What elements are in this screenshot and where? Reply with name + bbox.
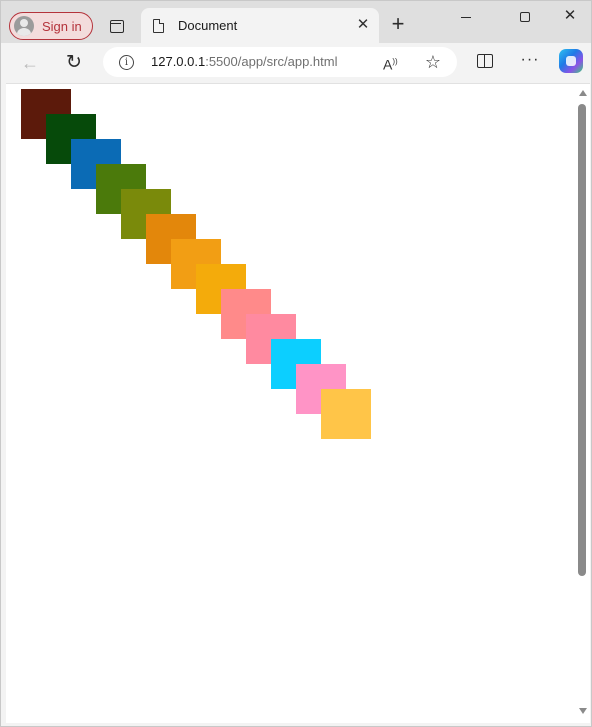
url-path: :5500/app/src/app.html	[205, 54, 338, 69]
address-bar[interactable]: i 127.0.0.1:5500/app/src/app.html A)) ☆	[103, 47, 457, 77]
copilot-icon[interactable]	[559, 49, 583, 73]
split-screen-icon[interactable]	[477, 54, 493, 68]
page-content	[6, 83, 590, 723]
maximize-button[interactable]	[514, 5, 536, 27]
scroll-down-arrow-icon[interactable]	[579, 708, 587, 714]
favorite-star-icon[interactable]: ☆	[423, 52, 443, 72]
tab-close-icon[interactable]: ✕	[355, 17, 371, 33]
maximize-icon	[520, 12, 530, 23]
scrollbar-thumb[interactable]	[578, 104, 586, 576]
reload-icon[interactable]: ↻	[62, 51, 86, 75]
tab-document[interactable]: Document ✕	[141, 8, 379, 43]
tab-actions-icon	[110, 19, 124, 33]
read-aloud-icon[interactable]: A))	[383, 53, 403, 73]
info-icon[interactable]: i	[119, 55, 134, 70]
more-icon[interactable]: ···	[519, 50, 541, 72]
sign-in-button[interactable]: Sign in	[9, 12, 93, 40]
minimize-icon	[461, 16, 471, 18]
back-arrow-icon[interactable]: ←	[18, 51, 42, 75]
url-host: 127.0.0.1	[151, 54, 206, 69]
sign-in-label: Sign in	[42, 18, 82, 34]
navigation-bar: ← ↻ i 127.0.0.1:5500/app/src/app.html A)…	[1, 43, 591, 83]
profile-avatar-icon	[14, 16, 34, 36]
tab-actions-button[interactable]	[105, 14, 129, 38]
browser-window: Sign in Document ✕ + ✕ ← ↻ i 127.0.0.1:5…	[0, 0, 592, 727]
new-tab-button[interactable]: +	[387, 13, 409, 35]
title-bar: Sign in Document ✕ + ✕	[1, 1, 591, 43]
color-box	[321, 389, 371, 439]
close-window-button[interactable]: ✕	[559, 5, 581, 27]
url-text[interactable]: 127.0.0.1:5500/app/src/app.html	[151, 54, 337, 69]
tab-title: Document	[178, 18, 238, 33]
minimize-button[interactable]	[455, 5, 477, 27]
document-icon	[153, 18, 164, 33]
scroll-up-arrow-icon[interactable]	[579, 90, 587, 96]
vertical-scrollbar[interactable]	[576, 84, 590, 723]
read-aloud-glyph: A	[383, 56, 393, 73]
